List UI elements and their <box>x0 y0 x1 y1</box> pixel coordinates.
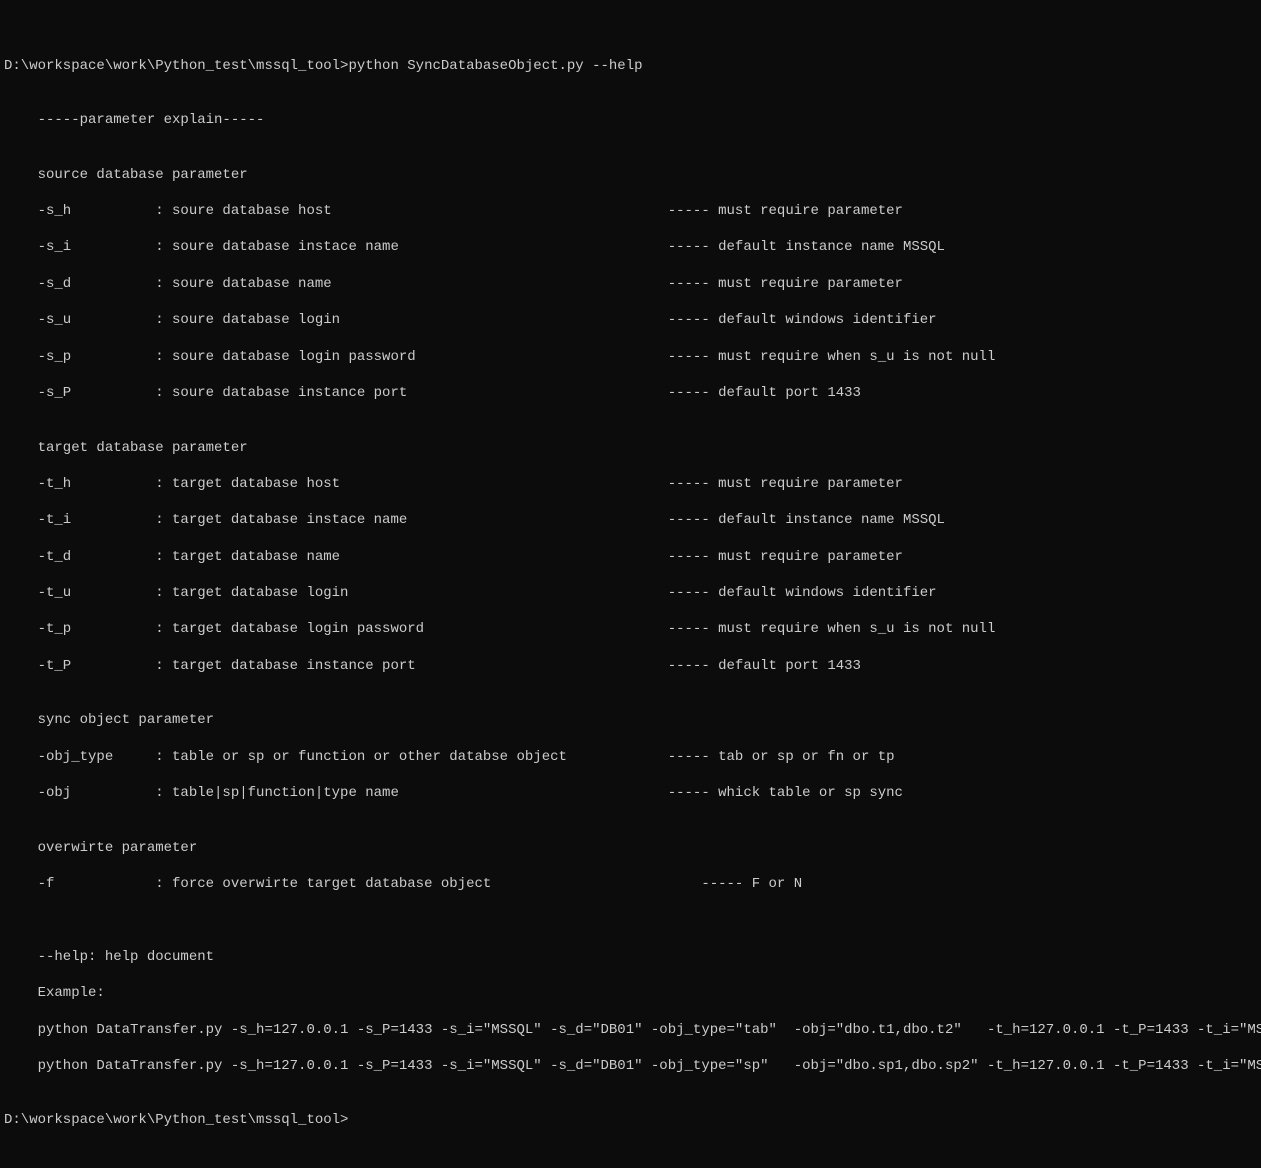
output-line: python DataTransfer.py -s_h=127.0.0.1 -s… <box>4 1021 1257 1039</box>
output-line: --help: help document <box>4 948 1257 966</box>
output-line: -obj : table|sp|function|type name -----… <box>4 784 1257 802</box>
output-line: overwirte parameter <box>4 839 1257 857</box>
output-line: -s_p : soure database login password ---… <box>4 348 1257 366</box>
output-line: sync object parameter <box>4 711 1257 729</box>
output-line: -s_h : soure database host ----- must re… <box>4 202 1257 220</box>
output-line: -t_h : target database host ----- must r… <box>4 475 1257 493</box>
output-line: -t_p : target database login password --… <box>4 620 1257 638</box>
output-line: target database parameter <box>4 439 1257 457</box>
output-line: -----parameter explain----- <box>4 111 1257 129</box>
output-line: -t_u : target database login ----- defau… <box>4 584 1257 602</box>
output-line: -s_d : soure database name ----- must re… <box>4 275 1257 293</box>
output-line: -s_u : soure database login ----- defaul… <box>4 311 1257 329</box>
output-line: -s_P : soure database instance port ----… <box>4 384 1257 402</box>
output-line: -f : force overwirte target database obj… <box>4 875 1257 893</box>
output-line: -t_d : target database name ----- must r… <box>4 548 1257 566</box>
output-line: -s_i : soure database instace name -----… <box>4 238 1257 256</box>
output-line: python DataTransfer.py -s_h=127.0.0.1 -s… <box>4 1057 1257 1075</box>
output-line: -obj_type : table or sp or function or o… <box>4 748 1257 766</box>
output-line: -t_i : target database instace name ----… <box>4 511 1257 529</box>
prompt-line[interactable]: D:\workspace\work\Python_test\mssql_tool… <box>4 1111 1257 1129</box>
output-line: source database parameter <box>4 166 1257 184</box>
prompt-line[interactable]: D:\workspace\work\Python_test\mssql_tool… <box>4 57 1257 75</box>
output-line: -t_P : target database instance port ---… <box>4 657 1257 675</box>
output-line: Example: <box>4 984 1257 1002</box>
